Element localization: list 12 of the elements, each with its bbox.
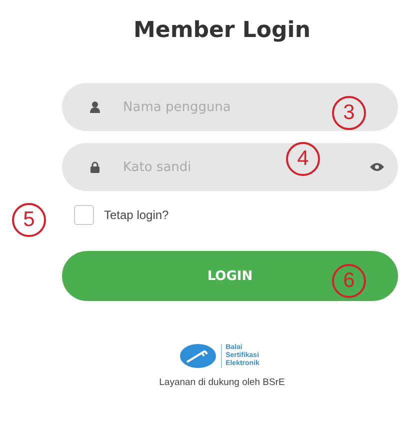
key-logo-icon	[178, 343, 217, 369]
remember-label: Tetap login?	[104, 208, 169, 222]
eye-icon[interactable]	[370, 162, 384, 172]
annotation-circle: 3	[332, 96, 366, 130]
annotation-circle: 4	[286, 142, 320, 176]
lock-icon	[89, 161, 101, 173]
page-title: Member Login	[132, 17, 312, 43]
user-icon	[89, 101, 101, 113]
annotation-circle: 5	[12, 203, 46, 237]
annotation-circle: 6	[332, 264, 366, 298]
remember-checkbox[interactable]	[74, 205, 94, 225]
footer-text: Layanan di dukung oleh BSrE	[158, 377, 286, 388]
